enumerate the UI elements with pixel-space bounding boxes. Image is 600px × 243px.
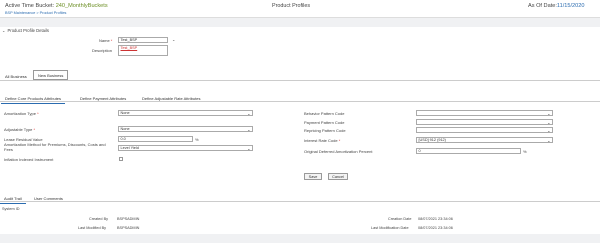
amortization-type-text: Amortization Type [4, 111, 36, 116]
last-mod-date-label: Last Modification Date [371, 226, 409, 230]
interest-rate-text: Interest Rate Code [304, 138, 338, 143]
repricing-label: Repricing Pattern Code [304, 128, 346, 133]
behavior-select[interactable]: ⌄ [416, 110, 553, 116]
created-by-label: Created By [89, 217, 108, 221]
name-field[interactable]: Test_BSP [118, 37, 168, 43]
adjustable-type-label: Adjustable Type * [4, 127, 35, 132]
lease-residual-input[interactable]: 0.0 [118, 136, 193, 142]
active-time-bucket: Active Time Bucket: 240_MonthlyBuckets [5, 3, 108, 9]
orig-deferred-unit: % [523, 149, 527, 154]
bucket-value[interactable]: 240_MonthlyBuckets [56, 3, 108, 9]
description-label: Description [92, 48, 113, 53]
tab-audit-trail[interactable]: Audit Trail [0, 194, 26, 204]
tab-all-business[interactable]: All Business [1, 72, 31, 81]
creation-date-label: Creation Date [388, 217, 412, 221]
adjustable-type-text: Adjustable Type [4, 127, 33, 132]
page-title: Product Profiles [272, 3, 311, 9]
breadcrumb[interactable]: BSP Maintenance > Product Profiles [5, 11, 66, 15]
amort-method-value: Level Yield [120, 146, 139, 150]
last-mod-date-value: 08/07/2021 23:34:06 [418, 226, 453, 230]
required-marker: * [35, 111, 39, 116]
asof-value[interactable]: 11/15/2020 [557, 3, 585, 9]
system-id-label: System ID [2, 207, 20, 211]
details-section-title: Product Profile Details [7, 28, 49, 33]
name-field-suffix: ⌄ [172, 37, 176, 42]
adjustable-type-value: None [120, 127, 130, 131]
tab-new-business[interactable]: New Business [33, 70, 69, 80]
interest-rate-value: [USD] 912 (912) [418, 138, 446, 142]
chevron-down-icon: ⌄ [547, 111, 551, 116]
as-of-date: As Of Date:11/15/2020 [528, 3, 585, 9]
creation-date-value: 08/07/2021 23:34:06 [418, 217, 453, 221]
last-modified-by-value: BSPSADMIN [117, 226, 140, 230]
last-modified-by-label: Last Modified By [78, 226, 107, 230]
required-marker: * [109, 38, 113, 43]
chevron-down-icon: ⌄ [247, 146, 251, 151]
chevron-down-icon: ⌄ [247, 111, 251, 116]
repricing-select[interactable]: ⌄ [416, 127, 553, 133]
inflation-checkbox[interactable] [119, 157, 123, 161]
adjustable-type-select[interactable]: None ⌄ [118, 126, 253, 132]
payment-label: Payment Pattern Code [304, 120, 345, 125]
lease-residual-unit: % [195, 137, 199, 142]
required-marker: * [337, 138, 341, 143]
payment-select[interactable]: ⌄ [416, 119, 553, 125]
bottom-tabs-divider [0, 201, 600, 202]
interest-rate-select[interactable]: [USD] 912 (912) ⌄ [416, 137, 553, 143]
created-by-value: BSPSADMIN [117, 217, 140, 221]
business-tabs-divider [0, 80, 600, 81]
tab-payment-attributes[interactable]: Define Payment Attributes [76, 94, 130, 103]
amortization-type-select[interactable]: None ⌄ [118, 110, 253, 116]
chevron-down-icon: ⌄ [247, 127, 251, 132]
tab-user-comments[interactable]: User Comments [30, 194, 67, 203]
interest-rate-label: Interest Rate Code * [304, 138, 340, 143]
chevron-down-icon: ⌄ [547, 120, 551, 125]
required-marker: * [32, 127, 36, 132]
chevron-down-icon: ⌄ [547, 138, 551, 143]
asof-label: As Of Date: [528, 2, 557, 9]
tab-adjustable-rate[interactable]: Define Adjustable Rate Attributes [138, 94, 204, 103]
amortization-type-value: None [120, 111, 130, 115]
name-label: Name * [99, 38, 112, 43]
tab-core-products[interactable]: Define Core Products Attributes [1, 94, 66, 104]
amort-method-select[interactable]: Level Yield ⌄ [118, 145, 253, 151]
bucket-label: Active Time Bucket: [5, 2, 55, 9]
description-field[interactable]: Test_BSP [118, 45, 168, 56]
behavior-label: Behavior Pattern Code [304, 111, 345, 116]
amort-method-label: Amortization Method for Premiums, Discou… [4, 142, 106, 152]
inflation-label: Inflation Indexed Instrument [4, 157, 54, 162]
footer-band [0, 234, 600, 243]
details-section-header[interactable]: ⌄ Product Profile Details [2, 28, 49, 33]
name-label-text: Name [99, 38, 110, 43]
cancel-button[interactable]: Cancel [328, 173, 348, 180]
amortization-type-label: Amortization Type * [4, 111, 39, 116]
orig-deferred-label: Original Deferred Amortization Percent [304, 149, 373, 154]
toolbar-band [0, 18, 600, 27]
chevron-down-icon: ⌄ [547, 128, 551, 133]
collapse-chevron-icon[interactable]: ⌄ [2, 28, 6, 33]
orig-deferred-input[interactable]: 0 [416, 148, 521, 154]
page-header: Active Time Bucket: 240_MonthlyBuckets B… [0, 0, 600, 18]
save-button[interactable]: Save [304, 173, 322, 180]
